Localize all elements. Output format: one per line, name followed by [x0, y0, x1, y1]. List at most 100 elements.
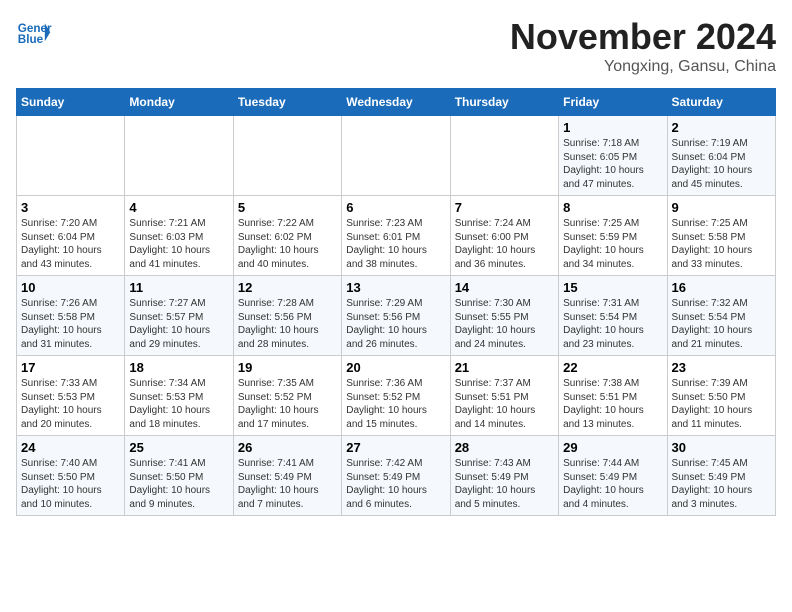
day-info: Sunrise: 7:44 AM Sunset: 5:49 PM Dayligh… — [563, 457, 662, 511]
day-info: Sunrise: 7:23 AM Sunset: 6:01 PM Dayligh… — [346, 217, 445, 271]
logo-icon: General Blue — [16, 16, 52, 52]
day-info: Sunrise: 7:19 AM Sunset: 6:04 PM Dayligh… — [672, 137, 771, 191]
calendar-week-4: 17Sunrise: 7:33 AM Sunset: 5:53 PM Dayli… — [17, 356, 776, 436]
day-number: 27 — [346, 440, 445, 455]
day-info: Sunrise: 7:40 AM Sunset: 5:50 PM Dayligh… — [21, 457, 120, 511]
day-header-sunday: Sunday — [17, 89, 125, 116]
day-header-tuesday: Tuesday — [233, 89, 341, 116]
page-header: General Blue November 2024 Yongxing, Gan… — [16, 16, 776, 76]
day-number: 6 — [346, 200, 445, 215]
day-info: Sunrise: 7:20 AM Sunset: 6:04 PM Dayligh… — [21, 217, 120, 271]
calendar-cell: 11 Sunrise: 7:27 AM Sunset: 5:57 PM Dayli… — [125, 276, 233, 356]
day-number: 19 — [238, 360, 337, 375]
calendar-cell: 30 Sunrise: 7:45 AM Sunset: 5:49 PM Dayli… — [667, 436, 775, 516]
day-number: 3 — [21, 200, 120, 215]
calendar-cell — [342, 116, 450, 196]
logo: General Blue — [16, 16, 52, 52]
day-info: Sunrise: 7:21 AM Sunset: 6:03 PM Dayligh… — [129, 217, 228, 271]
day-info: Sunrise: 7:18 AM Sunset: 6:05 PM Dayligh… — [563, 137, 662, 191]
day-number: 7 — [455, 200, 554, 215]
day-info: Sunrise: 7:22 AM Sunset: 6:02 PM Dayligh… — [238, 217, 337, 271]
calendar-cell: 8 Sunrise: 7:25 AM Sunset: 5:59 PM Daylig… — [559, 196, 667, 276]
location-subtitle: Yongxing, Gansu, China — [510, 58, 776, 76]
calendar-cell: 20Sunrise: 7:36 AM Sunset: 5:52 PM Dayli… — [342, 356, 450, 436]
calendar-cell: 25 Sunrise: 7:41 AM Sunset: 5:50 PM Dayli… — [125, 436, 233, 516]
day-number: 15 — [563, 280, 662, 295]
day-number: 11 — [129, 280, 228, 295]
day-number: 10 — [21, 280, 120, 295]
day-info: Sunrise: 7:25 AM Sunset: 5:59 PM Dayligh… — [563, 217, 662, 271]
day-info: Sunrise: 7:41 AM Sunset: 5:49 PM Dayligh… — [238, 457, 337, 511]
day-info: Sunrise: 7:24 AM Sunset: 6:00 PM Dayligh… — [455, 217, 554, 271]
calendar-cell: 5Sunrise: 7:22 AM Sunset: 6:02 PM Daylig… — [233, 196, 341, 276]
calendar-cell: 13Sunrise: 7:29 AM Sunset: 5:56 PM Dayli… — [342, 276, 450, 356]
day-info: Sunrise: 7:29 AM Sunset: 5:56 PM Dayligh… — [346, 297, 445, 351]
calendar-cell: 24 Sunrise: 7:40 AM Sunset: 5:50 PM Dayli… — [17, 436, 125, 516]
day-info: Sunrise: 7:27 AM Sunset: 5:57 PM Dayligh… — [129, 297, 228, 351]
calendar-week-5: 24 Sunrise: 7:40 AM Sunset: 5:50 PM Dayli… — [17, 436, 776, 516]
day-number: 1 — [563, 120, 662, 135]
day-header-thursday: Thursday — [450, 89, 558, 116]
day-number: 24 — [21, 440, 120, 455]
day-info: Sunrise: 7:34 AM Sunset: 5:53 PM Dayligh… — [129, 377, 228, 431]
day-number: 29 — [563, 440, 662, 455]
calendar-cell: 2 Sunrise: 7:19 AM Sunset: 6:04 PM Daylig… — [667, 116, 775, 196]
day-info: Sunrise: 7:26 AM Sunset: 5:58 PM Dayligh… — [21, 297, 120, 351]
calendar-cell: 15 Sunrise: 7:31 AM Sunset: 5:54 PM Dayli… — [559, 276, 667, 356]
calendar-week-1: 1 Sunrise: 7:18 AM Sunset: 6:05 PM Daylig… — [17, 116, 776, 196]
month-title: November 2024 — [510, 16, 776, 58]
day-number: 22 — [563, 360, 662, 375]
calendar-cell: 18Sunrise: 7:34 AM Sunset: 5:53 PM Dayli… — [125, 356, 233, 436]
day-number: 2 — [672, 120, 771, 135]
calendar-cell: 10 Sunrise: 7:26 AM Sunset: 5:58 PM Dayli… — [17, 276, 125, 356]
calendar-cell: 4 Sunrise: 7:21 AM Sunset: 6:03 PM Daylig… — [125, 196, 233, 276]
calendar-cell — [125, 116, 233, 196]
day-info: Sunrise: 7:28 AM Sunset: 5:56 PM Dayligh… — [238, 297, 337, 351]
day-info: Sunrise: 7:35 AM Sunset: 5:52 PM Dayligh… — [238, 377, 337, 431]
calendar-cell: 14Sunrise: 7:30 AM Sunset: 5:55 PM Dayli… — [450, 276, 558, 356]
calendar-cell: 23 Sunrise: 7:39 AM Sunset: 5:50 PM Dayli… — [667, 356, 775, 436]
calendar-cell — [450, 116, 558, 196]
day-number: 28 — [455, 440, 554, 455]
day-header-monday: Monday — [125, 89, 233, 116]
calendar-cell: 21Sunrise: 7:37 AM Sunset: 5:51 PM Dayli… — [450, 356, 558, 436]
calendar-cell: 16 Sunrise: 7:32 AM Sunset: 5:54 PM Dayli… — [667, 276, 775, 356]
day-info: Sunrise: 7:25 AM Sunset: 5:58 PM Dayligh… — [672, 217, 771, 271]
day-number: 9 — [672, 200, 771, 215]
day-info: Sunrise: 7:30 AM Sunset: 5:55 PM Dayligh… — [455, 297, 554, 351]
calendar-cell: 1 Sunrise: 7:18 AM Sunset: 6:05 PM Daylig… — [559, 116, 667, 196]
calendar-cell — [233, 116, 341, 196]
day-number: 20 — [346, 360, 445, 375]
day-number: 16 — [672, 280, 771, 295]
day-number: 4 — [129, 200, 228, 215]
day-number: 23 — [672, 360, 771, 375]
calendar-cell — [17, 116, 125, 196]
title-block: November 2024 Yongxing, Gansu, China — [510, 16, 776, 76]
day-info: Sunrise: 7:33 AM Sunset: 5:53 PM Dayligh… — [21, 377, 120, 431]
calendar-cell: 19 Sunrise: 7:35 AM Sunset: 5:52 PM Dayli… — [233, 356, 341, 436]
calendar-cell: 28Sunrise: 7:43 AM Sunset: 5:49 PM Dayli… — [450, 436, 558, 516]
calendar-cell: 6 Sunrise: 7:23 AM Sunset: 6:01 PM Daylig… — [342, 196, 450, 276]
calendar-cell: 12 Sunrise: 7:28 AM Sunset: 5:56 PM Dayli… — [233, 276, 341, 356]
svg-text:Blue: Blue — [18, 33, 44, 46]
day-number: 26 — [238, 440, 337, 455]
calendar-header-row: SundayMondayTuesdayWednesdayThursdayFrid… — [17, 89, 776, 116]
calendar-cell: 27 Sunrise: 7:42 AM Sunset: 5:49 PM Dayli… — [342, 436, 450, 516]
day-info: Sunrise: 7:38 AM Sunset: 5:51 PM Dayligh… — [563, 377, 662, 431]
day-number: 12 — [238, 280, 337, 295]
calendar-table: SundayMondayTuesdayWednesdayThursdayFrid… — [16, 88, 776, 516]
day-info: Sunrise: 7:31 AM Sunset: 5:54 PM Dayligh… — [563, 297, 662, 351]
day-info: Sunrise: 7:41 AM Sunset: 5:50 PM Dayligh… — [129, 457, 228, 511]
calendar-cell: 7 Sunrise: 7:24 AM Sunset: 6:00 PM Daylig… — [450, 196, 558, 276]
day-info: Sunrise: 7:45 AM Sunset: 5:49 PM Dayligh… — [672, 457, 771, 511]
day-number: 8 — [563, 200, 662, 215]
day-number: 30 — [672, 440, 771, 455]
day-info: Sunrise: 7:39 AM Sunset: 5:50 PM Dayligh… — [672, 377, 771, 431]
calendar-cell: 29 Sunrise: 7:44 AM Sunset: 5:49 PM Dayli… — [559, 436, 667, 516]
calendar-cell: 17Sunrise: 7:33 AM Sunset: 5:53 PM Dayli… — [17, 356, 125, 436]
day-info: Sunrise: 7:32 AM Sunset: 5:54 PM Dayligh… — [672, 297, 771, 351]
calendar-cell: 26 Sunrise: 7:41 AM Sunset: 5:49 PM Dayli… — [233, 436, 341, 516]
day-header-wednesday: Wednesday — [342, 89, 450, 116]
day-info: Sunrise: 7:42 AM Sunset: 5:49 PM Dayligh… — [346, 457, 445, 511]
day-number: 25 — [129, 440, 228, 455]
